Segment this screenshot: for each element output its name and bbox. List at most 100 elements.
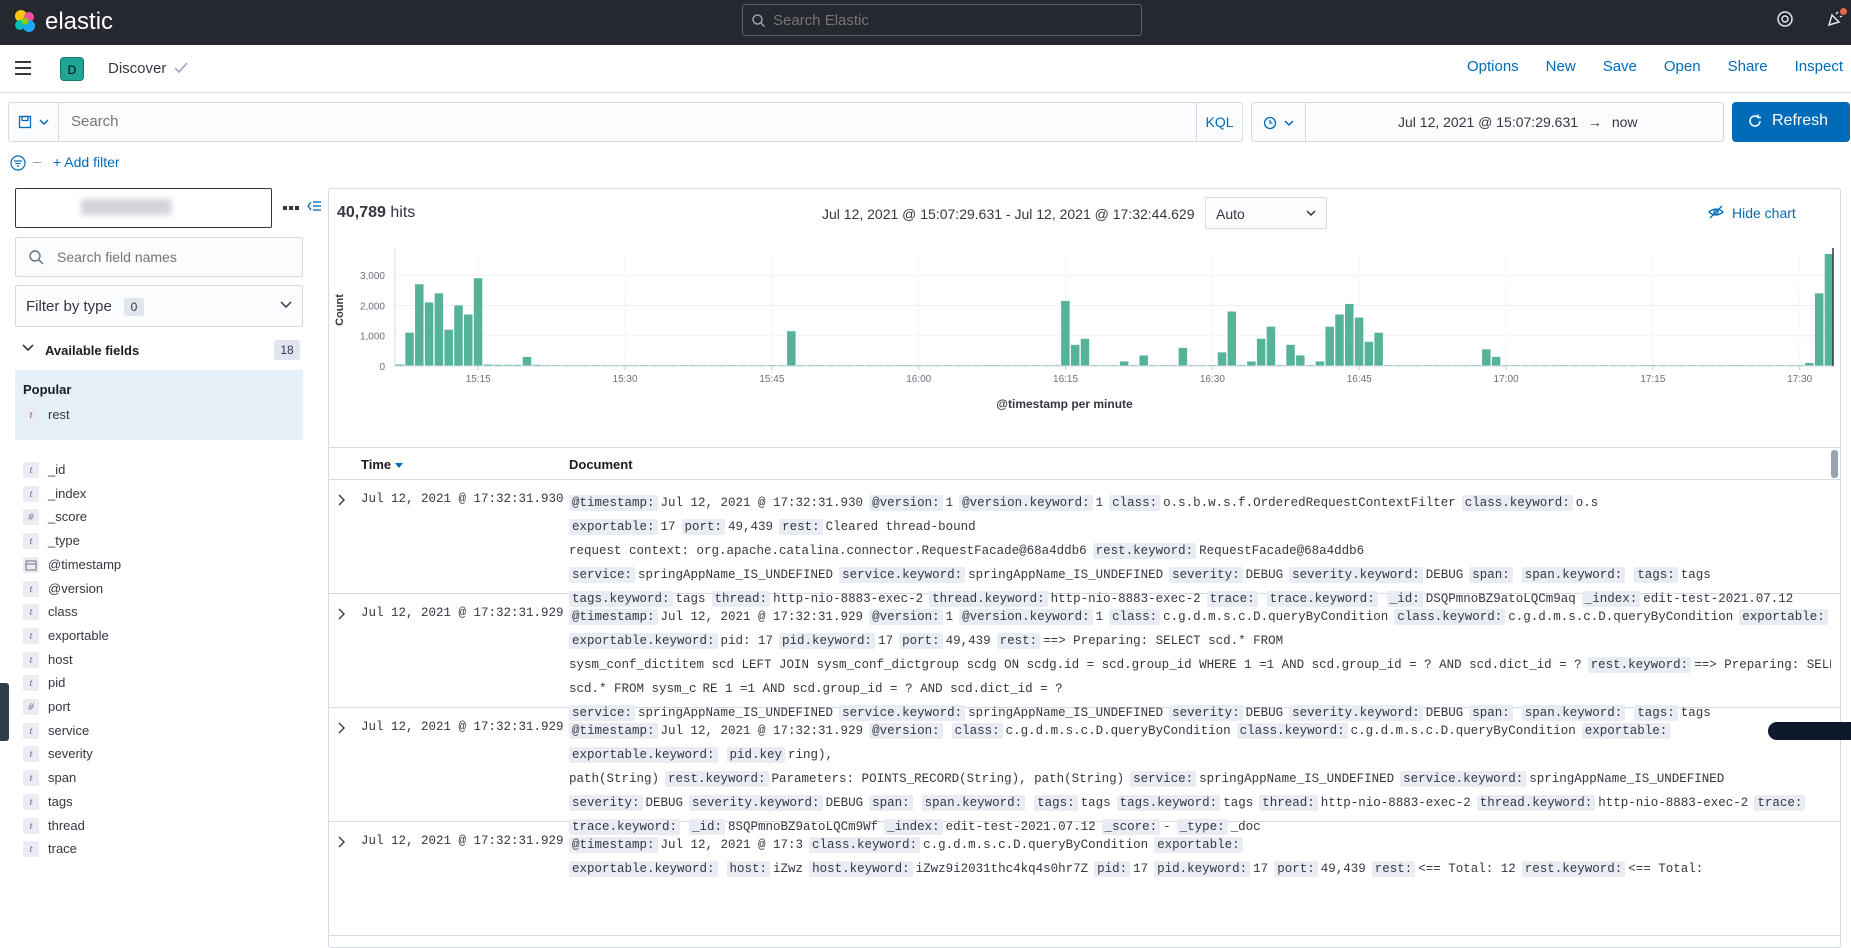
histogram-bar[interactable]: [1814, 293, 1824, 366]
sort-down-icon[interactable]: [394, 463, 403, 469]
expand-row-icon[interactable]: [338, 494, 346, 506]
browser-extension-widget[interactable]: [1768, 722, 1851, 740]
histogram-bar[interactable]: [1345, 303, 1354, 366]
expand-row-icon[interactable]: [338, 608, 346, 620]
elastic-logo-icon[interactable]: [12, 8, 38, 34]
histogram-bar[interactable]: [1119, 361, 1129, 366]
browser-extension-handle[interactable]: [0, 683, 9, 741]
field-item[interactable]: t class: [23, 600, 303, 624]
histogram-bar[interactable]: [1491, 356, 1501, 366]
histogram-bar[interactable]: [1070, 344, 1080, 366]
field-item[interactable]: t @version: [23, 577, 303, 601]
interval-select[interactable]: Auto: [1205, 197, 1327, 229]
histogram-chart[interactable]: 0 1,000 2,000 3,000 15:15 15:30 15:45 16:00 16:1…: [329, 234, 1840, 444]
hamburger-menu-icon[interactable]: [15, 61, 31, 75]
field-item[interactable]: # _score: [23, 505, 303, 529]
field-item[interactable]: # port: [23, 695, 303, 719]
help-icon[interactable]: [1776, 10, 1794, 28]
table-scrollbar[interactable]: [1831, 450, 1838, 478]
filter-by-type-dropdown[interactable]: Filter by type 0: [15, 285, 303, 327]
kql-language-button[interactable]: KQL: [1196, 103, 1242, 141]
options-link[interactable]: Options: [1467, 58, 1519, 75]
histogram-bar[interactable]: [1325, 326, 1334, 366]
field-item[interactable]: t thread: [23, 814, 303, 838]
add-filter-button[interactable]: + Add filter: [53, 154, 120, 170]
histogram-bar[interactable]: [1482, 349, 1491, 366]
global-search[interactable]: [742, 4, 1142, 36]
space-avatar[interactable]: D: [60, 57, 84, 81]
refresh-button[interactable]: Refresh: [1732, 102, 1850, 142]
histogram-bar[interactable]: [1286, 344, 1295, 366]
histogram-bar[interactable]: [1824, 254, 1834, 366]
histogram-bar[interactable]: [1364, 341, 1374, 366]
date-end[interactable]: now: [1612, 114, 1638, 130]
field-item[interactable]: t _index: [23, 482, 303, 506]
logo-text[interactable]: elastic: [45, 8, 113, 36]
field-item[interactable]: t _id: [23, 458, 303, 482]
histogram-bar[interactable]: [1178, 347, 1188, 366]
histogram-bar[interactable]: [1374, 332, 1383, 366]
index-pattern-selector[interactable]: [15, 188, 272, 228]
histogram-bar[interactable]: [1139, 355, 1148, 366]
field-item[interactable]: t span: [23, 766, 303, 790]
field-key: exportable:: [1739, 609, 1828, 625]
field-item[interactable]: t tags: [23, 790, 303, 814]
field-key: @version.keyword:: [959, 495, 1093, 511]
y-tick-label: 0: [379, 362, 385, 373]
histogram-bar[interactable]: [1315, 361, 1325, 366]
save-link[interactable]: Save: [1603, 58, 1637, 75]
histogram-bar[interactable]: [1061, 300, 1070, 366]
filter-options-icon[interactable]: [10, 155, 26, 171]
column-header-time[interactable]: Time: [361, 457, 403, 472]
histogram-bar[interactable]: [1247, 361, 1256, 366]
share-link[interactable]: Share: [1728, 58, 1768, 75]
field-item[interactable]: @timestamp: [23, 553, 303, 577]
field-item[interactable]: t service: [23, 719, 303, 743]
more-options-icon[interactable]: [283, 206, 299, 210]
inspect-link[interactable]: Inspect: [1795, 58, 1843, 75]
histogram-bar[interactable]: [1080, 338, 1090, 366]
expand-row-icon[interactable]: [338, 722, 346, 734]
histogram-bar[interactable]: [1354, 317, 1364, 366]
quick-select-button[interactable]: [1252, 103, 1306, 141]
histogram-bar[interactable]: [415, 284, 424, 366]
date-start[interactable]: Jul 12, 2021 @ 15:07:29.631: [1398, 114, 1578, 130]
field-item[interactable]: t trace: [23, 837, 303, 861]
field-item[interactable]: t host: [23, 648, 303, 672]
histogram-bar[interactable]: [473, 278, 483, 366]
chevron-down-icon: [39, 119, 49, 125]
field-item[interactable]: t exportable: [23, 624, 303, 648]
histogram-bar[interactable]: [1296, 355, 1305, 366]
available-fields-header[interactable]: Available fields 18: [15, 335, 303, 365]
histogram-bar[interactable]: [424, 302, 434, 366]
histogram-bar[interactable]: [1217, 352, 1227, 366]
field-key: exportable.keyword:: [569, 861, 718, 877]
histogram-bar[interactable]: [454, 305, 463, 366]
field-item[interactable]: t severity: [23, 742, 303, 766]
field-value: c.g.d.m.s.c.D.queryByCondition: [923, 838, 1149, 852]
field-value: c.g.d.m.s.c.D.queryByCondition: [1005, 724, 1231, 738]
histogram-bar[interactable]: [1256, 338, 1266, 366]
query-input[interactable]: [71, 113, 1171, 130]
histogram-bar[interactable]: [1266, 326, 1276, 366]
date-range-display[interactable]: Jul 12, 2021 @ 15:07:29.631 → now: [1398, 114, 1638, 130]
saved-query-button[interactable]: [9, 103, 59, 141]
histogram-bar[interactable]: [522, 356, 532, 366]
collapse-sidebar-icon[interactable]: [307, 200, 321, 212]
expand-row-icon[interactable]: [338, 836, 346, 848]
histogram-bar[interactable]: [434, 293, 444, 366]
field-item[interactable]: t _type: [23, 529, 303, 553]
histogram-bar[interactable]: [1227, 311, 1237, 366]
histogram-bar[interactable]: [444, 329, 453, 366]
global-search-input[interactable]: [773, 10, 1133, 30]
histogram-bar[interactable]: [1335, 314, 1344, 366]
field-item-rest[interactable]: t rest: [23, 403, 303, 427]
histogram-bar[interactable]: [464, 314, 473, 366]
hide-chart-button[interactable]: Hide chart: [1708, 205, 1796, 221]
histogram-bar[interactable]: [405, 332, 414, 366]
new-link[interactable]: New: [1546, 58, 1576, 75]
histogram-bar[interactable]: [787, 331, 796, 366]
field-item[interactable]: t pid: [23, 671, 303, 695]
open-link[interactable]: Open: [1664, 58, 1701, 75]
field-search-input[interactable]: [57, 249, 287, 265]
